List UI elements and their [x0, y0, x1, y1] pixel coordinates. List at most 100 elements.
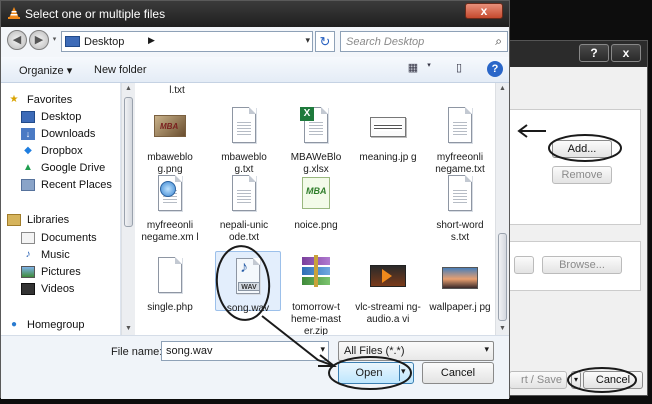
chevron-down-icon[interactable]: ▾: [305, 35, 310, 46]
view-dropdown-icon[interactable]: ▾: [421, 61, 437, 77]
background-window: ? x Add... Remove Browse... rt / Save ▾ …: [500, 40, 648, 396]
sidebar-item-pictures[interactable]: Pictures: [21, 264, 81, 280]
sidebar-group-favorites[interactable]: ★ Favorites: [7, 92, 73, 108]
zip-archive-icon: [298, 255, 334, 299]
sidebar-item-videos[interactable]: Videos: [21, 281, 74, 297]
google-drive-icon: ▲: [23, 162, 33, 174]
scroll-up-icon[interactable]: ▲: [496, 83, 509, 95]
image-icon: [442, 255, 478, 299]
file-item[interactable]: nepali-unic ode.txt: [211, 173, 277, 244]
convert-save-dropdown[interactable]: ▾: [571, 371, 581, 389]
sidebar-group-homegroup[interactable]: ● Homegroup: [7, 317, 85, 333]
sidebar-item-dropbox[interactable]: ◆ Dropbox: [21, 143, 82, 159]
sidebar-item-recent-places[interactable]: Recent Places: [21, 177, 112, 193]
address-bar: ◀ ▶ ▾ Desktop ▶ ▾ ↻ Search Desktop ⌕: [1, 27, 509, 57]
downloads-icon: ↓: [21, 128, 35, 141]
desktop-folder-icon: [65, 36, 80, 47]
image-icon: MBA: [152, 105, 188, 149]
file-item[interactable]: tomorrow-t heme-mast er.zip: [283, 255, 349, 335]
browse-button[interactable]: Browse...: [542, 256, 622, 274]
dropbox-icon: ◆: [24, 145, 32, 157]
search-placeholder: Search Desktop: [346, 36, 425, 48]
add-button[interactable]: Add...: [552, 140, 612, 158]
sidebar-item-google-drive[interactable]: ▲ Google Drive: [21, 160, 105, 176]
chevron-down-icon[interactable]: ▾: [320, 344, 325, 355]
sidebar-item-desktop[interactable]: Desktop: [21, 109, 81, 125]
organize-menu[interactable]: Organize ▾: [19, 64, 72, 77]
search-icon[interactable]: ⌕: [495, 34, 502, 49]
xml-icon: [152, 173, 188, 217]
file-item[interactable]: MBA noice.png: [283, 173, 349, 232]
dialog-footer: File name: song.wav ▾ All Files (*.*) ▾ …: [1, 335, 509, 399]
recent-locations-icon[interactable]: ▾: [50, 35, 59, 44]
sidebar-item-downloads[interactable]: ↓ Downloads: [21, 126, 95, 142]
file-name-label: File name:: [111, 346, 163, 358]
cancel-button[interactable]: Cancel: [422, 362, 494, 384]
change-view-icon[interactable]: ▦: [405, 61, 421, 77]
file-list-scrollbar[interactable]: ▲ ▼: [495, 83, 509, 335]
navigation-pane: ★ Favorites Desktop ↓ Downloads ◆ Dropbox ▲…: [1, 83, 121, 335]
file-name-field[interactable]: song.wav ▾: [161, 341, 329, 361]
breadcrumb-location[interactable]: Desktop: [84, 36, 124, 48]
background-close-button[interactable]: x: [611, 44, 641, 62]
dialog-title: Select one or multiple files: [25, 7, 166, 21]
vlc-cone-icon: [8, 7, 20, 19]
command-bar: Organize ▾ New folder ▦ ▾ ▯ ?: [1, 57, 509, 83]
convert-save-button[interactable]: rt / Save: [509, 371, 567, 389]
open-button[interactable]: Open ▾: [338, 362, 414, 384]
breadcrumb[interactable]: Desktop ▶ ▾: [61, 31, 313, 52]
help-icon[interactable]: ?: [487, 61, 503, 77]
sidebar-item-documents[interactable]: Documents: [21, 230, 97, 246]
file-item[interactable]: myfreeonli negame.txt: [427, 105, 493, 176]
music-icon: ♪: [25, 249, 31, 261]
search-input[interactable]: Search Desktop ⌕: [340, 31, 508, 52]
open-file-dialog: Select one or multiple files x ◀ ▶ ▾ Des…: [0, 0, 510, 399]
options-panel: Browse...: [509, 241, 641, 291]
background-title-bar: ? x: [501, 41, 647, 67]
partial-field: [514, 256, 534, 274]
file-item-selected[interactable]: ♪ WAV song.wav: [215, 251, 281, 314]
close-button[interactable]: x: [465, 3, 503, 19]
sidebar-group-libraries[interactable]: Libraries: [7, 212, 69, 228]
chevron-down-icon[interactable]: ▾: [484, 344, 489, 355]
scroll-down-icon[interactable]: ▼: [496, 323, 509, 335]
back-arrow-icon[interactable]: ◀: [7, 30, 27, 50]
preview-pane-icon[interactable]: ▯: [451, 61, 467, 77]
remove-button[interactable]: Remove: [552, 166, 612, 184]
file-list-scroll-thumb[interactable]: [498, 233, 507, 321]
file-item[interactable]: myfreeonli negame.xm l: [137, 173, 203, 244]
sidebar-item-music[interactable]: ♪ Music: [21, 247, 70, 263]
forward-arrow-icon[interactable]: ▶: [29, 30, 49, 50]
scroll-up-icon[interactable]: ▲: [122, 83, 135, 95]
background-cancel-button[interactable]: Cancel: [583, 371, 643, 389]
text-file-icon: [226, 173, 262, 217]
file-item[interactable]: single.php: [137, 255, 203, 314]
file-item[interactable]: MBA mbaweblo g.png: [137, 105, 203, 176]
text-file-icon: [226, 105, 262, 149]
pictures-icon: [21, 266, 35, 279]
file-item[interactable]: wallpaper.j pg: [427, 255, 493, 314]
wav-audio-icon: ♪ WAV: [230, 256, 266, 300]
open-options-dropdown-icon[interactable]: ▾: [401, 366, 406, 377]
chevron-right-icon[interactable]: ▶: [148, 35, 155, 46]
navigation-scroll-thumb[interactable]: [124, 97, 133, 227]
title-bar: Select one or multiple files x: [1, 1, 509, 27]
image-icon: [370, 105, 406, 149]
scroll-down-icon[interactable]: ▼: [122, 323, 135, 335]
desktop-icon: [21, 111, 35, 124]
recent-places-icon: [21, 179, 35, 192]
homegroup-icon: ●: [10, 319, 18, 331]
new-folder-button[interactable]: New folder: [94, 64, 147, 76]
text-file-icon: [442, 173, 478, 217]
background-help-button[interactable]: ?: [579, 44, 609, 62]
file-item[interactable]: short-word s.txt: [427, 173, 493, 244]
partial-file-item[interactable]: l.txt: [137, 85, 217, 97]
file-item[interactable]: X MBAWeBlo g.xlsx: [283, 105, 349, 176]
file-type-select[interactable]: All Files (*.*) ▾: [338, 341, 494, 361]
refresh-icon[interactable]: ↻: [315, 31, 335, 52]
file-item[interactable]: vlc-streami ng-audio.a vi: [355, 255, 421, 326]
navigation-scrollbar[interactable]: ▲ ▼: [121, 83, 135, 335]
documents-icon: [21, 232, 35, 245]
file-item[interactable]: meaning.jp g: [355, 105, 421, 164]
file-item[interactable]: mbaweblo g.txt: [211, 105, 277, 176]
